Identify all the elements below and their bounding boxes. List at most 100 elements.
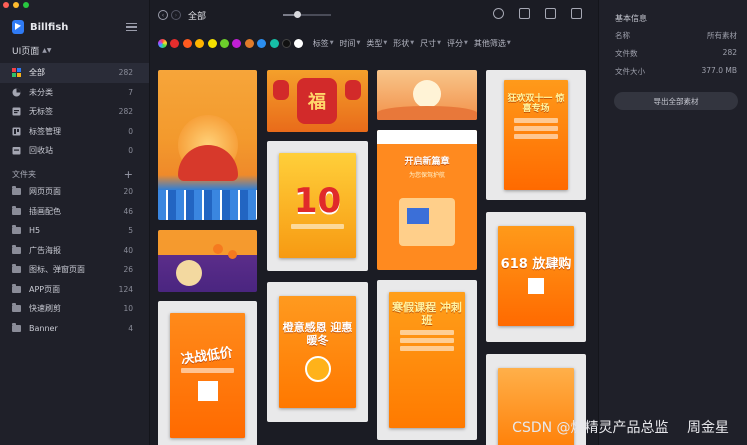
poster-text: 开启新篇章: [404, 156, 450, 167]
filter-shape[interactable]: 形状 ▼: [393, 38, 414, 49]
color-swatch[interactable]: [281, 38, 291, 48]
asset-thumbnail[interactable]: 开启新篇章 为您保驾护航: [377, 130, 477, 270]
poster-block: [400, 330, 454, 336]
color-swatch[interactable]: [207, 38, 217, 48]
maximize-window-button[interactable]: [23, 2, 29, 8]
close-window-button[interactable]: [3, 2, 9, 8]
info-key: 名称: [615, 31, 630, 40]
toolbar-icons: [493, 8, 582, 19]
search-icon[interactable]: [493, 8, 504, 19]
main-content: ‹ › 全部 标签 ▼ 时间 ▼ 类型 ▼ 形状 ▼ 尺寸 ▼ 评分 ▼ 其他筛选: [150, 0, 598, 445]
color-swatch[interactable]: [195, 38, 205, 48]
grid-icon: [12, 68, 21, 78]
export-all-button[interactable]: 导出全部素材: [614, 92, 738, 110]
library-selector[interactable]: UI页面 ▲▼: [12, 44, 51, 57]
info-key: 文件大小: [615, 67, 645, 76]
folder-icon: [12, 205, 21, 216]
shirt-icon[interactable]: [571, 8, 582, 19]
info-row-name: 名称 所有素材: [615, 30, 737, 41]
folder-count: 46: [123, 206, 133, 216]
filter-size[interactable]: 尺寸 ▼: [420, 38, 441, 49]
nav-item-uncategorized[interactable]: 未分类 7: [0, 83, 149, 103]
color-swatch-multicolor[interactable]: [158, 38, 167, 48]
asset-thumbnail[interactable]: 橙意感恩 迎惠暖冬: [267, 282, 368, 422]
color-swatch[interactable]: [219, 38, 229, 48]
minimize-window-button[interactable]: [13, 2, 19, 8]
filter-tags[interactable]: 标签 ▼: [313, 38, 334, 49]
filter-label: 评分: [446, 38, 463, 48]
zoom-slider-handle[interactable]: [293, 11, 301, 18]
poster-text: 狂欢双十一 惊喜专场: [507, 94, 565, 115]
folder-icon: [12, 264, 21, 274]
folder-icon: [12, 186, 21, 196]
window-controls: [3, 2, 29, 8]
folder-item-icons-popups[interactable]: 图标、弹窗页面 26: [0, 260, 149, 280]
nav-item-count: 282: [118, 68, 133, 78]
asset-thumbnail[interactable]: [377, 70, 477, 120]
nav-item-trash[interactable]: 回收站 0: [0, 141, 149, 161]
poster-block: [400, 338, 454, 344]
filter-icon[interactable]: [519, 8, 530, 19]
caret-down-icon: ▼: [410, 40, 415, 46]
asset-thumbnail[interactable]: 决战低价: [158, 301, 257, 445]
zoom-slider[interactable]: [283, 11, 331, 18]
plus-icon[interactable]: +: [124, 168, 133, 181]
nav-item-label: 全部: [29, 68, 45, 78]
folder-item-web-pages[interactable]: 网页页面 20: [0, 182, 149, 202]
folder-icon: [12, 225, 21, 235]
filter-type[interactable]: 类型 ▼: [366, 38, 387, 49]
back-button[interactable]: ‹: [158, 10, 168, 20]
folder-item-app-pages[interactable]: APP页面 124: [0, 280, 149, 300]
filter-other[interactable]: 其他筛选 ▼: [474, 38, 511, 49]
nav-item-count: 0: [128, 126, 133, 136]
info-key: 文件数: [615, 49, 638, 58]
filter-time[interactable]: 时间 ▼: [340, 38, 361, 49]
color-swatch[interactable]: [182, 38, 192, 48]
trash-icon: [12, 146, 21, 155]
folder-item-banner[interactable]: Banner 4: [0, 319, 149, 339]
nav-item-label: 未分类: [29, 87, 53, 97]
color-swatch[interactable]: [170, 38, 180, 48]
asset-grid: 决战低价 福 10 橙意感恩 迎惠暖冬 开启新篇章 为您保驾护航 寒假课程 冲刺…: [150, 60, 598, 445]
asset-thumbnail[interactable]: 寒假课程 冲刺班: [377, 280, 477, 440]
folder-item-quick-clips[interactable]: 快速刷剪 10: [0, 299, 149, 319]
info-value: 377.0 MB: [701, 66, 737, 75]
sidebar-toggle-icon[interactable]: [126, 23, 137, 31]
folder-item-illustration-colors[interactable]: 插画配色 46: [0, 202, 149, 222]
uncategorized-icon: [12, 88, 21, 97]
color-swatch[interactable]: [257, 38, 267, 48]
nav-item-untagged[interactable]: 无标签 282: [0, 102, 149, 122]
filter-label: 其他筛选: [473, 38, 506, 48]
asset-thumbnail[interactable]: 福: [267, 70, 368, 132]
folder-label: APP页面: [29, 284, 61, 294]
filter-label: 尺寸: [420, 38, 437, 48]
info-row-file-size: 文件大小 377.0 MB: [615, 66, 737, 77]
layout-icon[interactable]: [545, 8, 556, 19]
asset-thumbnail[interactable]: 10: [267, 141, 368, 271]
info-row-file-count: 文件数 282: [615, 48, 737, 59]
folder-count: 10: [123, 304, 133, 314]
nav-item-all[interactable]: 全部 282: [0, 63, 149, 83]
asset-thumbnail[interactable]: [158, 230, 257, 292]
app-name: Billfish: [30, 21, 69, 33]
color-swatch[interactable]: [232, 38, 242, 48]
asset-thumbnail[interactable]: 狂欢双十一 惊喜专场: [486, 70, 586, 200]
color-swatch[interactable]: [269, 38, 279, 48]
folder-item-h5[interactable]: H5 5: [0, 221, 149, 241]
folder-item-ad-posters[interactable]: 广告海报 40: [0, 241, 149, 261]
filter-rating[interactable]: 评分 ▼: [447, 38, 468, 49]
folder-count: 26: [123, 265, 133, 275]
folder-label: Banner: [29, 323, 58, 333]
asset-thumbnail[interactable]: [158, 70, 257, 220]
poster-text: 福: [308, 92, 326, 113]
nav-item-tag-management[interactable]: 标签管理 0: [0, 122, 149, 142]
filter-label: 标签: [312, 38, 329, 48]
forward-button[interactable]: ›: [171, 10, 181, 20]
caret-down-icon: ▼: [463, 40, 468, 46]
color-swatch[interactable]: [244, 38, 254, 48]
filter-label: 类型: [366, 38, 383, 48]
sidebar: Billfish UI页面 ▲▼ 全部 282 未分类 7 无标签 282 标签…: [0, 0, 150, 445]
asset-thumbnail[interactable]: 618 放肆购: [486, 212, 586, 342]
color-swatch[interactable]: [294, 38, 304, 48]
info-panel: 基本信息 名称 所有素材 文件数 282 文件大小 377.0 MB 导出全部素…: [598, 0, 747, 445]
